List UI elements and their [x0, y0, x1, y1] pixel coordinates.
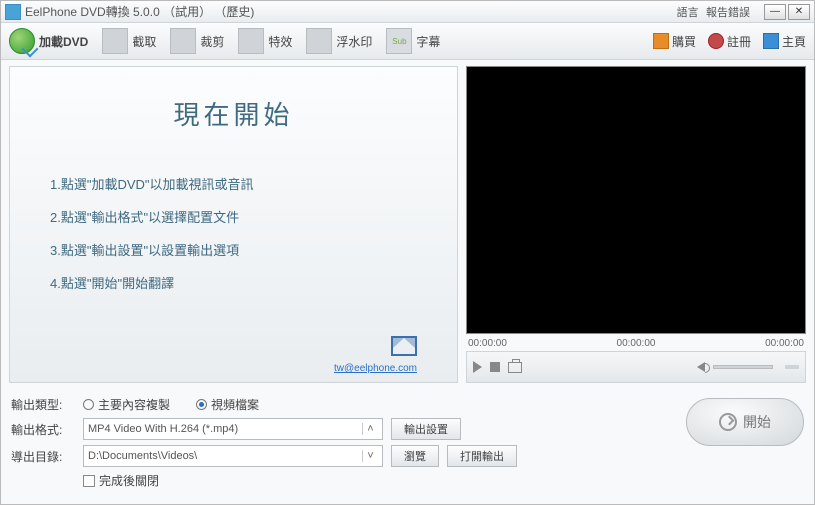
watermark-button[interactable]: 浮水印 — [306, 28, 372, 54]
video-preview — [466, 66, 806, 334]
crop-button[interactable]: 裁剪 — [170, 28, 224, 54]
preview-pane: 00:00:00 00:00:00 00:00:00 — [466, 66, 806, 383]
snapshot-button[interactable] — [508, 362, 522, 373]
play-button[interactable] — [473, 361, 482, 373]
subtitle-button[interactable]: Sub 字幕 — [386, 28, 440, 54]
buy-button[interactable]: 購買 — [653, 33, 696, 50]
steps-list: 1.點選"加載DVD"以加載視訊或音訊 2.點選"輸出格式"以選擇配置文件 3.… — [50, 160, 417, 306]
chevron-up-icon: ˄ — [362, 423, 378, 435]
output-type-label: 輸出類型: — [11, 396, 75, 413]
key-icon — [708, 33, 724, 49]
window-title: EelPhone DVD轉換 5.0.0 （試用） （歷史) — [25, 3, 254, 20]
app-window: EelPhone DVD轉換 5.0.0 （試用） （歷史) 語言 報告錯誤 —… — [0, 0, 815, 505]
film-icon — [102, 28, 128, 54]
load-dvd-button[interactable]: 加載DVD — [9, 28, 88, 54]
close-button[interactable]: ✕ — [788, 4, 810, 20]
wand-icon — [238, 28, 264, 54]
output-settings-button[interactable]: 輸出設置 — [391, 418, 461, 440]
radio-video-file[interactable]: 視頻檔案 — [196, 396, 259, 413]
crop-icon — [170, 28, 196, 54]
refresh-icon — [719, 413, 737, 431]
step-4: 4.點選"開始"開始翻譯 — [50, 273, 417, 292]
subtitle-icon: Sub — [386, 28, 412, 54]
step-1: 1.點選"加載DVD"以加載視訊或音訊 — [50, 174, 417, 193]
volume-icon[interactable] — [697, 362, 705, 372]
welcome-pane: 現在開始 1.點選"加載DVD"以加載視訊或音訊 2.點選"輸出格式"以選擇配置… — [9, 66, 458, 383]
language-link[interactable]: 語言 — [677, 7, 699, 19]
cart-icon — [653, 33, 669, 49]
browse-button[interactable]: 瀏覽 — [391, 445, 439, 467]
globe-icon — [9, 28, 35, 54]
output-format-dropdown[interactable]: MP4 Video With H.264 (*.mp4) ˄ — [83, 418, 383, 440]
volume-slider[interactable] — [713, 365, 773, 369]
time-mid: 00:00:00 — [617, 338, 656, 349]
step-2: 2.點選"輸出格式"以選擇配置文件 — [50, 207, 417, 226]
report-bug-link[interactable]: 報告錯誤 — [706, 7, 750, 19]
toolbar: 加載DVD 截取 裁剪 特效 浮水印 Sub 字幕 購買 註冊 主頁 — [1, 23, 814, 60]
clip-button[interactable]: 截取 — [102, 28, 156, 54]
title-links: 語言 報告錯誤 — [677, 4, 754, 20]
effect-button[interactable]: 特效 — [238, 28, 292, 54]
output-format-label: 輸出格式: — [11, 421, 75, 438]
register-button[interactable]: 註冊 — [708, 33, 751, 50]
player-controls — [466, 351, 806, 383]
mail-icon — [391, 336, 417, 356]
step-3: 3.點選"輸出設置"以設置輸出選項 — [50, 240, 417, 259]
mail-link[interactable]: tw@eelphone.com — [50, 363, 417, 374]
app-icon — [5, 4, 21, 20]
time-total: 00:00:00 — [765, 338, 804, 349]
main-area: 現在開始 1.點選"加載DVD"以加載視訊或音訊 2.點選"輸出格式"以選擇配置… — [1, 60, 814, 385]
chevron-down-icon: ˅ — [362, 450, 378, 462]
close-after-checkbox[interactable]: 完成後關閉 — [83, 472, 159, 489]
welcome-title: 現在開始 — [50, 95, 417, 132]
stop-button[interactable] — [490, 362, 500, 372]
output-dir-label: 導出目錄: — [11, 448, 75, 465]
minimize-button[interactable]: — — [764, 4, 786, 20]
home-icon — [763, 33, 779, 49]
contact-block: tw@eelphone.com — [50, 306, 417, 374]
home-button[interactable]: 主頁 — [763, 33, 806, 50]
output-dir-field[interactable]: D:\Documents\Videos\ ˅ — [83, 445, 383, 467]
titlebar: EelPhone DVD轉換 5.0.0 （試用） （歷史) 語言 報告錯誤 —… — [1, 1, 814, 23]
start-button[interactable]: 開始 — [686, 398, 804, 446]
watermark-icon — [306, 28, 332, 54]
open-output-button[interactable]: 打開輸出 — [447, 445, 517, 467]
bottom-panel: 輸出類型: 主要內容複製 視頻檔案 輸出格式: MP4 Video With H… — [1, 385, 814, 504]
extra-control[interactable] — [785, 365, 799, 369]
radio-main-copy[interactable]: 主要內容複製 — [83, 396, 170, 413]
time-row: 00:00:00 00:00:00 00:00:00 — [466, 334, 806, 351]
time-current: 00:00:00 — [468, 338, 507, 349]
